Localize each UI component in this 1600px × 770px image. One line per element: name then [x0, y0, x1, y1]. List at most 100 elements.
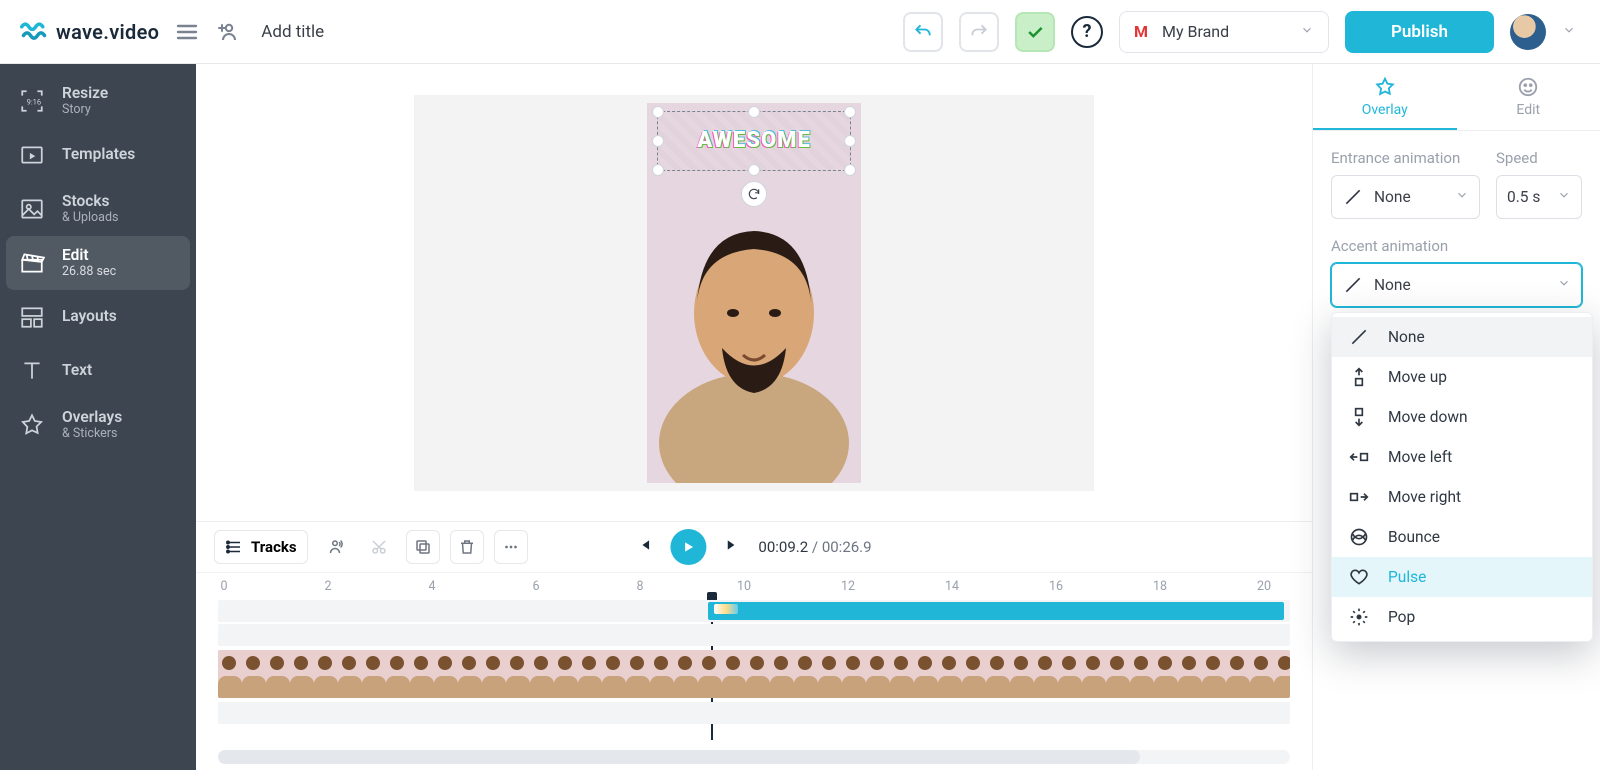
sidebar-sublabel: & Stickers — [62, 427, 122, 441]
resize-handle[interactable] — [748, 164, 760, 176]
overlay-clip[interactable] — [708, 602, 1284, 620]
video-thumbnail — [1082, 650, 1106, 698]
cut-button[interactable] — [362, 530, 396, 564]
redo-button[interactable] — [959, 12, 999, 52]
chevron-down-icon — [1557, 188, 1571, 206]
dropdown-option-move-up[interactable]: Move up — [1332, 357, 1592, 397]
empty-track[interactable] — [218, 624, 1290, 646]
sidebar-item-text[interactable]: Text — [0, 344, 196, 398]
resize-handle[interactable] — [652, 135, 664, 147]
resize-handle[interactable] — [844, 106, 856, 118]
ruler-tick: 6 — [532, 579, 539, 594]
canvas[interactable]: AWESOME — [196, 64, 1312, 521]
resize-handle[interactable] — [652, 106, 664, 118]
ruler-tick: 8 — [636, 579, 643, 594]
video-thumbnail — [1130, 650, 1154, 698]
video-thumbnail — [506, 650, 530, 698]
right-panel: Overlay Edit Entrance animation None — [1312, 64, 1600, 770]
voiceover-button[interactable] — [318, 530, 352, 564]
publish-button[interactable]: Publish — [1345, 11, 1494, 53]
dropdown-option-bounce[interactable]: Bounce — [1332, 517, 1592, 557]
ruler-tick: 14 — [945, 579, 959, 594]
dropdown-option-pop[interactable]: Pop — [1332, 597, 1592, 637]
help-button[interactable]: ? — [1071, 16, 1103, 48]
video-thumbnail — [530, 650, 554, 698]
sidebar-item-overlays[interactable]: Overlays& Stickers — [0, 398, 196, 452]
dropdown-option-pulse[interactable]: Pulse — [1332, 557, 1592, 597]
move-left-icon — [1348, 446, 1370, 468]
video-thumbnail — [986, 650, 1010, 698]
video-thumbnail — [698, 650, 722, 698]
svg-text:9:16: 9:16 — [27, 97, 42, 106]
menu-icon[interactable] — [175, 20, 199, 44]
tab-label: Overlay — [1362, 102, 1408, 118]
tab-overlay[interactable]: Overlay — [1313, 64, 1457, 130]
prev-frame-button[interactable] — [636, 537, 652, 557]
video-thumbnail — [770, 650, 794, 698]
copy-button[interactable] — [406, 530, 440, 564]
speed-value: 0.5 s — [1507, 188, 1540, 206]
video-thumbnail — [818, 650, 842, 698]
rotate-handle[interactable] — [741, 181, 767, 207]
sidebar-item-layouts[interactable]: Layouts — [0, 290, 196, 344]
timeline-scrollbar[interactable] — [218, 750, 1290, 764]
more-button[interactable] — [494, 530, 528, 564]
timeline-ruler[interactable]: 024681012141618202224 — [196, 572, 1312, 598]
avatar[interactable] — [1510, 14, 1546, 50]
save-status-icon — [1015, 12, 1055, 52]
tracks-button[interactable]: Tracks — [214, 530, 308, 564]
entrance-select[interactable]: None — [1331, 175, 1480, 219]
sidebar-sublabel: Story — [62, 103, 108, 117]
video-thumbnail — [242, 650, 266, 698]
speed-select[interactable]: 0.5 s — [1496, 175, 1582, 219]
accent-select[interactable]: None — [1331, 263, 1582, 307]
delete-button[interactable] — [450, 530, 484, 564]
video-track[interactable] — [218, 650, 1290, 698]
ruler-tick: 16 — [1049, 579, 1063, 594]
sidebar-item-resize[interactable]: 9:16 ResizeStory — [0, 74, 196, 128]
option-label: Pop — [1388, 608, 1415, 626]
dropdown-option-move-down[interactable]: Move down — [1332, 397, 1592, 437]
dropdown-option-none[interactable]: None — [1332, 317, 1592, 357]
resize-handle[interactable] — [748, 106, 760, 118]
audio-track[interactable] — [218, 702, 1290, 724]
none-icon — [1342, 186, 1364, 208]
person-illustration — [647, 183, 861, 483]
brand-select[interactable]: M My Brand — [1119, 11, 1329, 53]
overlay-track[interactable] — [218, 600, 1290, 622]
resize-handle[interactable] — [844, 164, 856, 176]
video-thumbnail — [914, 650, 938, 698]
scrollbar-thumb[interactable] — [218, 750, 1140, 764]
overlay-text-sticker: AWESOME — [697, 128, 811, 153]
video-thumbnail — [650, 650, 674, 698]
option-label: Move up — [1388, 368, 1447, 386]
play-button[interactable] — [670, 529, 706, 565]
next-frame-button[interactable] — [724, 537, 740, 557]
overlay-selection[interactable]: AWESOME — [657, 111, 851, 171]
video-thumbnail — [1010, 650, 1034, 698]
dropdown-option-move-left[interactable]: Move left — [1332, 437, 1592, 477]
resize-handle[interactable] — [652, 164, 664, 176]
dropdown-option-move-right[interactable]: Move right — [1332, 477, 1592, 517]
tab-edit[interactable]: Edit — [1457, 64, 1600, 130]
title-input[interactable]: Add title — [261, 22, 324, 42]
resize-handle[interactable] — [844, 135, 856, 147]
video-thumbnail — [386, 650, 410, 698]
entrance-label: Entrance animation — [1331, 149, 1480, 167]
video-thumbnail — [554, 650, 578, 698]
logo[interactable]: wave.video — [20, 18, 159, 46]
account-chevron-icon[interactable] — [1562, 22, 1576, 41]
sidebar-item-edit[interactable]: Edit26.88 sec — [6, 236, 190, 290]
none-icon — [1348, 326, 1370, 348]
chevron-down-icon — [1455, 188, 1469, 206]
undo-button[interactable] — [903, 12, 943, 52]
share-icon[interactable] — [215, 20, 239, 44]
sidebar-sublabel: 26.88 sec — [62, 265, 116, 279]
sidebar-item-stocks[interactable]: Stocks& Uploads — [0, 182, 196, 236]
accent-dropdown: None Move up Move down Move left Move ri… — [1331, 312, 1593, 642]
option-label: Move left — [1388, 448, 1452, 466]
video-preview[interactable]: AWESOME — [647, 103, 861, 483]
timeline-lanes — [196, 598, 1312, 740]
sidebar-item-templates[interactable]: Templates — [0, 128, 196, 182]
video-thumbnail — [1226, 650, 1250, 698]
